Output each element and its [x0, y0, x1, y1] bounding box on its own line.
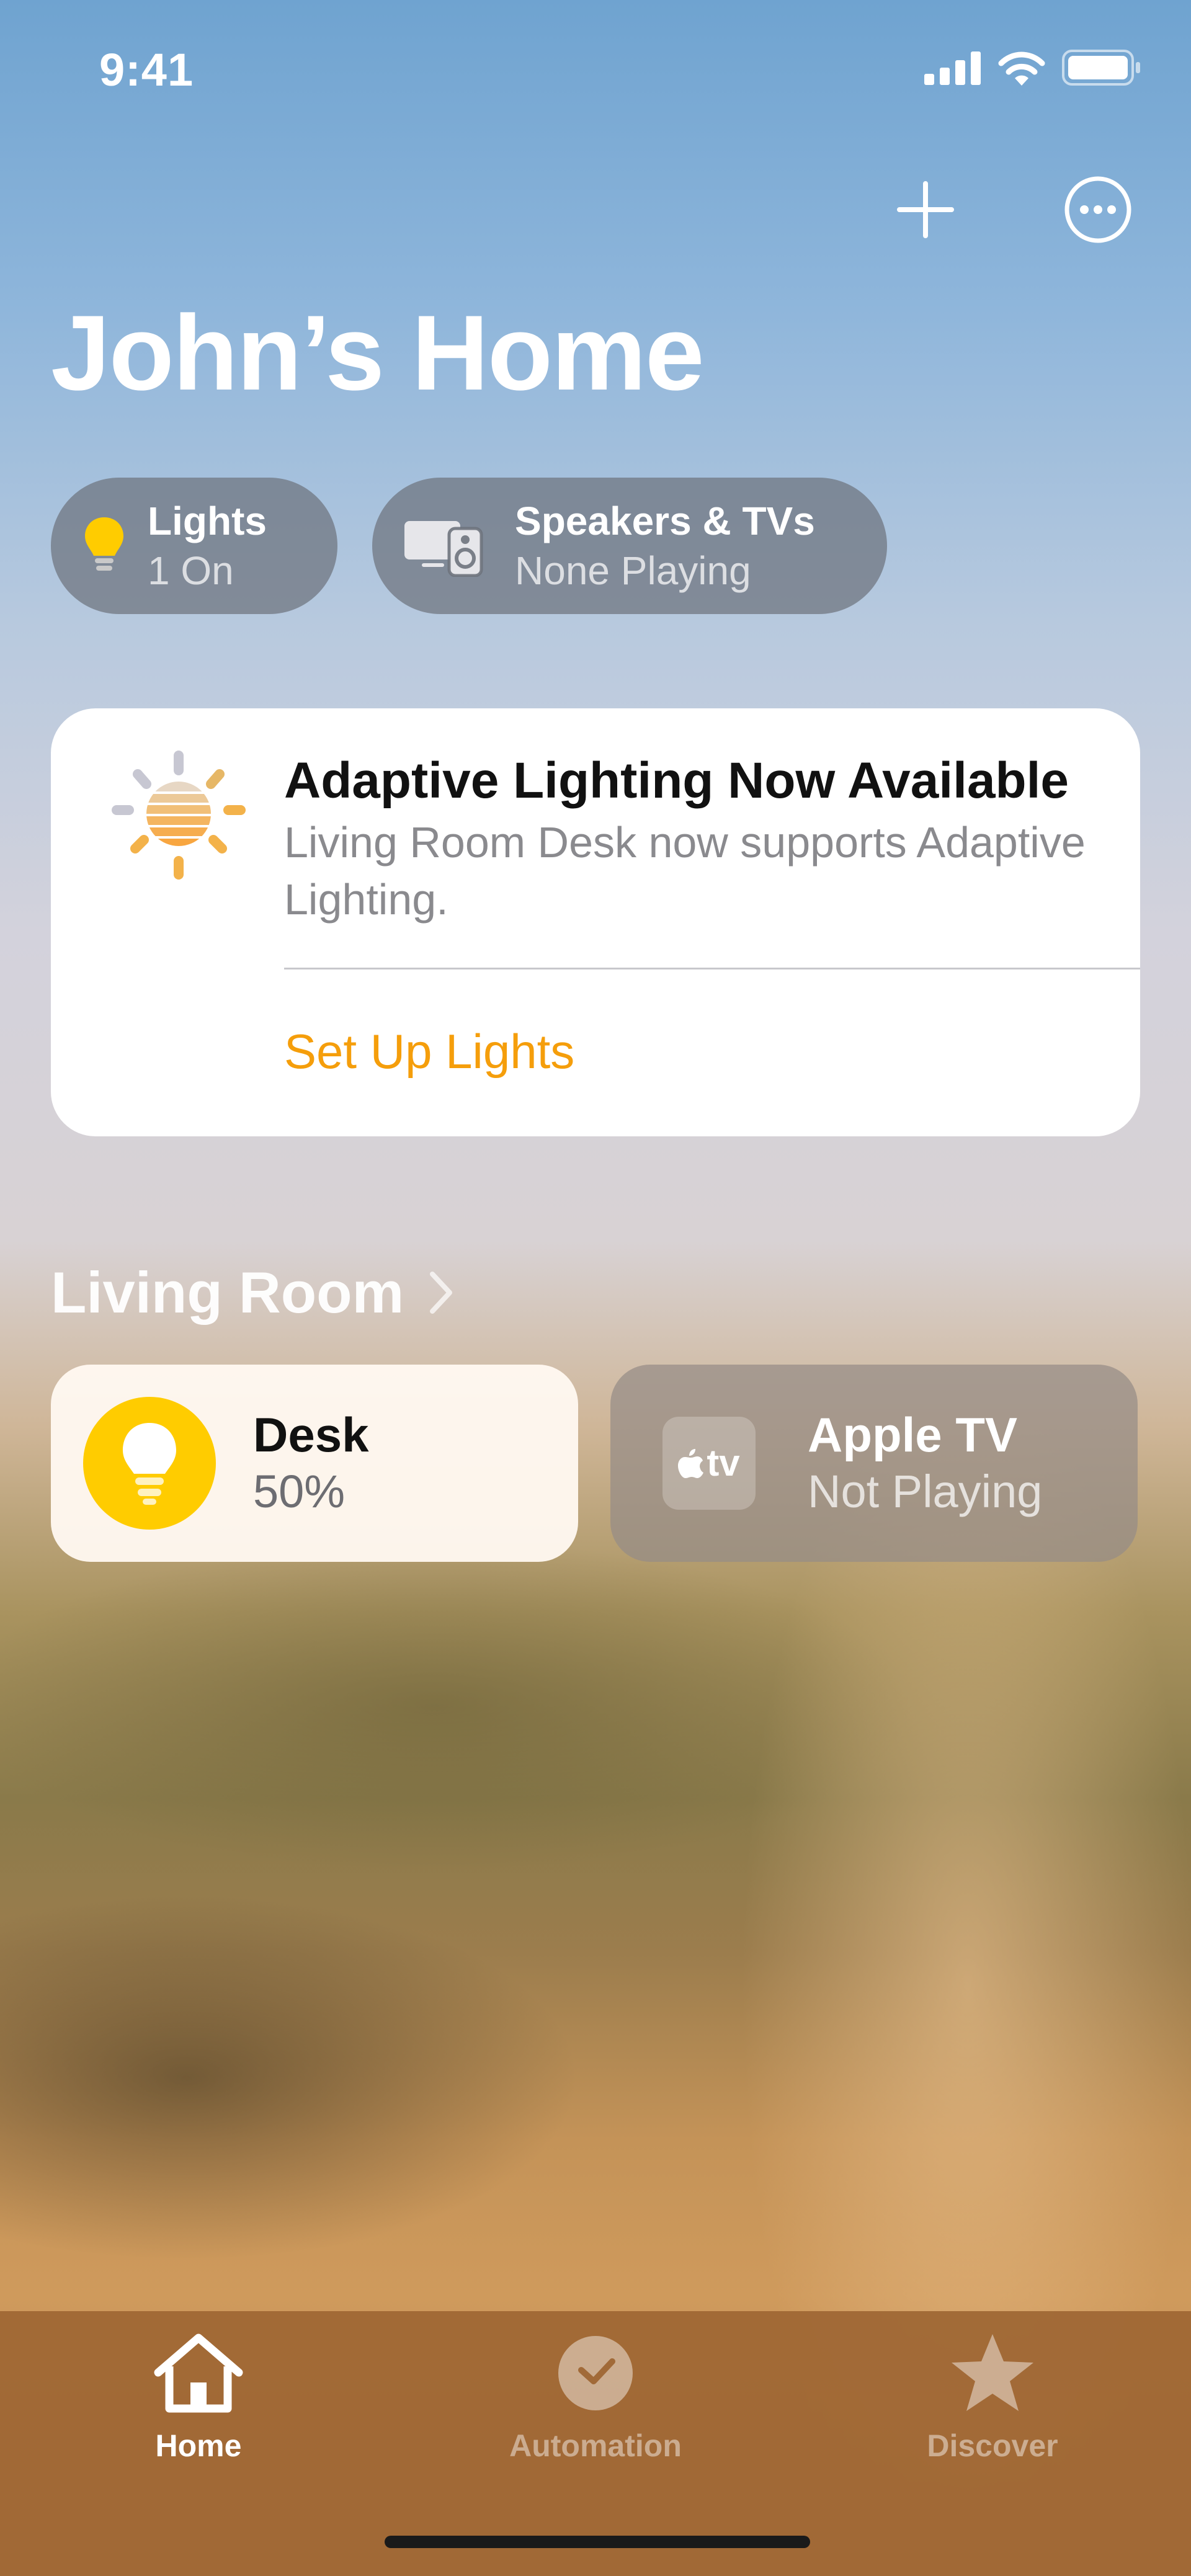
apple-tv-accessory-tile[interactable]: tv Apple TV Not Playing — [610, 1365, 1138, 1562]
lights-chip-title: Lights — [148, 499, 267, 543]
wifi-icon — [998, 51, 1045, 86]
speakers-tvs-status-chip[interactable]: Speakers & TVs None Playing — [372, 478, 887, 614]
status-time: 9:41 — [99, 44, 194, 96]
star-icon — [946, 2330, 1039, 2417]
speakers-chip-subtitle: None Playing — [515, 548, 751, 593]
clock-check-icon — [549, 2330, 642, 2417]
more-button[interactable] — [1061, 172, 1135, 247]
card-title: Adaptive Lighting Now Available — [284, 752, 1069, 809]
apple-tv-icon-text: tv — [707, 1442, 740, 1484]
adaptive-lighting-sun-icon — [112, 751, 246, 880]
home-indicator — [385, 2536, 810, 2548]
house-icon — [152, 2330, 245, 2417]
tab-discover[interactable]: Discover — [862, 2330, 1123, 2464]
lights-status-chip[interactable]: Lights 1 On — [51, 478, 337, 614]
page-title: John’s Home — [51, 293, 705, 412]
lights-chip-subtitle: 1 On — [148, 548, 234, 593]
speaker-tv-icon — [403, 515, 484, 577]
status-indicators — [924, 50, 1141, 86]
lightbulb-icon — [83, 1397, 216, 1530]
apple-tv-icon: tv — [662, 1417, 756, 1510]
apple-logo-icon — [678, 1449, 704, 1478]
tab-home-label: Home — [155, 2428, 242, 2463]
chevron-right-icon — [430, 1272, 453, 1314]
add-button[interactable] — [888, 172, 963, 247]
battery-icon — [1062, 50, 1140, 86]
desk-tile-status: 50% — [253, 1466, 346, 1517]
tab-discover-label: Discover — [927, 2428, 1058, 2463]
set-up-lights-button[interactable]: Set Up Lights — [284, 1023, 574, 1080]
lightbulb-icon — [73, 515, 135, 577]
living-room-section-header[interactable]: Living Room — [51, 1259, 453, 1326]
desk-accessory-tile[interactable]: Desk 50% — [51, 1365, 578, 1562]
apple-tv-tile-name: Apple TV — [808, 1407, 1018, 1462]
section-title: Living Room — [51, 1260, 404, 1325]
tab-automation[interactable]: Automation — [465, 2330, 726, 2464]
tab-home[interactable]: Home — [68, 2330, 329, 2464]
desk-tile-name: Desk — [253, 1407, 369, 1462]
apple-tv-tile-status: Not Playing — [808, 1466, 1043, 1517]
card-divider — [284, 968, 1140, 969]
card-body: Living Room Desk now supports Adaptive L… — [284, 818, 1086, 924]
speakers-chip-title: Speakers & TVs — [515, 499, 815, 543]
tab-automation-label: Automation — [509, 2428, 682, 2463]
ellipsis-circle-icon — [1064, 176, 1131, 243]
plus-icon — [897, 181, 954, 238]
cellular-signal-icon — [924, 51, 981, 85]
adaptive-lighting-card: Adaptive Lighting Now Available Living R… — [51, 708, 1140, 1136]
